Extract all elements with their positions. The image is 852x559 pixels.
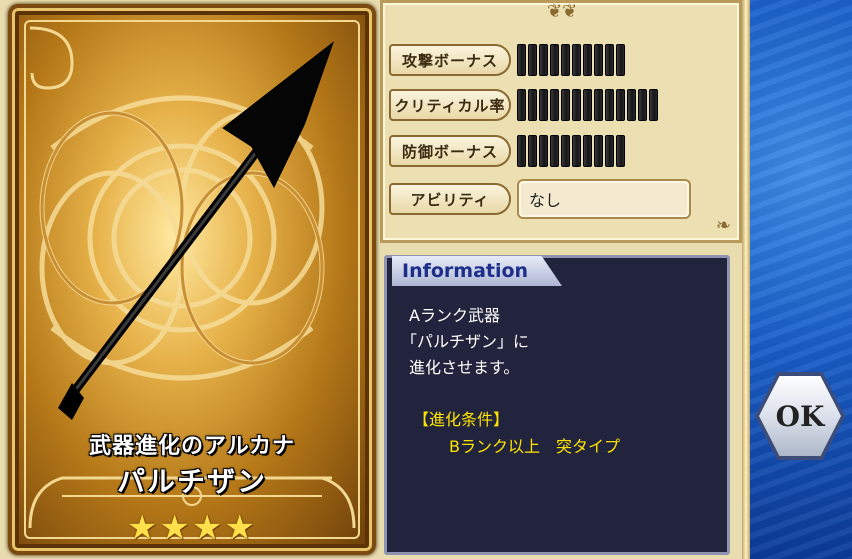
stats-panel: ❦❦ 攻撃ボーナス クリティカル率 防御ボーナス アビリティ なし ❧ — [380, 0, 742, 243]
stat-row-ability: アビリティ なし — [389, 179, 691, 219]
information-panel: Information Aランク武器 「パルチザン」に 進化させます。 【進化条… — [384, 255, 730, 555]
info-line: Aランク武器 — [409, 306, 500, 325]
stat-bar-segment — [583, 89, 592, 121]
stat-bar-segment — [528, 44, 537, 76]
stat-bars — [517, 135, 625, 167]
stat-bar-segment — [561, 89, 570, 121]
stat-bar-segment — [550, 89, 559, 121]
info-line: 進化させます。 — [409, 358, 520, 377]
stat-bar-segment — [605, 89, 614, 121]
stat-row-defense: 防御ボーナス — [389, 134, 625, 168]
stat-bar-segment — [550, 135, 559, 167]
stat-row-critical: クリティカル率 — [389, 88, 658, 122]
rarity-stars: ★★★★ — [127, 508, 257, 548]
stat-bar-segment — [528, 135, 537, 167]
stat-bar-segment — [594, 44, 603, 76]
stat-bar-segment — [517, 44, 526, 76]
stat-bar-segment — [583, 135, 592, 167]
stat-label: クリティカル率 — [389, 89, 511, 121]
stat-bar-segment — [572, 44, 581, 76]
stat-bar-segment — [649, 89, 658, 121]
stat-bar-segment — [550, 44, 559, 76]
stat-bar-segment — [528, 89, 537, 121]
stat-label: 攻撃ボーナス — [389, 44, 511, 76]
stat-bar-segment — [594, 89, 603, 121]
stat-label: 防御ボーナス — [389, 135, 511, 167]
stat-bar-segment — [517, 89, 526, 121]
stat-bar-segment — [616, 44, 625, 76]
ornament-icon: ❦❦ — [547, 1, 578, 22]
stat-bars — [517, 89, 658, 121]
stat-bar-segment — [517, 135, 526, 167]
stat-bar-segment — [627, 89, 636, 121]
stat-bar-segment — [605, 44, 614, 76]
information-header: Information — [392, 256, 562, 286]
stat-bars — [517, 44, 625, 76]
card-subtitle: 武器進化のアルカナ — [88, 433, 296, 459]
stat-bar-segment — [572, 89, 581, 121]
panel-divider — [742, 0, 750, 559]
evolution-condition-text: Bランク以上 突タイプ — [449, 437, 620, 456]
ability-label: アビリティ — [389, 183, 511, 215]
ability-value: なし — [517, 179, 691, 219]
stat-bar-segment — [539, 44, 548, 76]
stat-bar-segment — [539, 135, 548, 167]
stat-bar-segment — [539, 89, 548, 121]
side-background — [742, 0, 852, 559]
stat-bar-segment — [594, 135, 603, 167]
info-line: 「パルチザン」に — [401, 332, 530, 351]
stat-bar-segment — [561, 135, 570, 167]
stat-row-attack: 攻撃ボーナス — [389, 43, 625, 77]
card-title: パルチザン — [116, 465, 267, 498]
stat-bar-segment — [572, 135, 581, 167]
stat-bar-segment — [638, 89, 647, 121]
ornament-icon: ❧ — [715, 215, 731, 236]
stat-bar-segment — [605, 135, 614, 167]
stat-bar-segment — [616, 89, 625, 121]
stat-bar-segment — [616, 135, 625, 167]
stat-bar-segment — [561, 44, 570, 76]
stat-bar-segment — [583, 44, 592, 76]
arcana-card: 武器進化のアルカナ パルチザン ★★★★ — [8, 4, 376, 555]
evolution-condition-header: 【進化条件】 — [413, 410, 510, 429]
ok-button-label[interactable]: OK — [759, 376, 841, 456]
